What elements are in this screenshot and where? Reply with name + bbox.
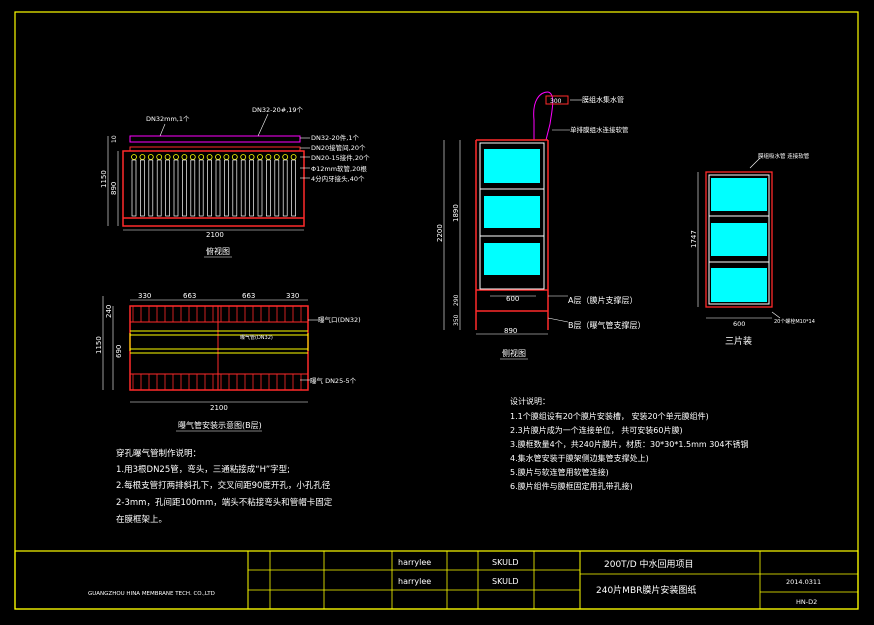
pv-dim-top-1: 663: [183, 292, 196, 300]
aeration-notes: 穿孔曝气管制作说明： 1.用3根DN25管，弯头，三通粘接成“H”字型; 2.每…: [116, 448, 333, 525]
design-notes: 设计说明： 1.1个膜组设有20个膜片安装槽， 安装20个单元膜组件) 2.3片…: [510, 396, 748, 491]
design-notes-title: 设计说明：: [510, 396, 550, 406]
pv-label-bottom: 曝气 DN25-5个: [310, 376, 357, 385]
sv-label-layer-a: A层（膜片支撑层）: [568, 295, 637, 305]
tb-project: 200T/D 中水回用项目: [604, 558, 694, 570]
membrane-element: [248, 154, 255, 217]
design-note-4: 5.膜片与软连管用软管连接): [510, 467, 609, 477]
tb-skuld-2: SKULD: [492, 577, 519, 586]
membrane-element: [215, 154, 221, 217]
tb-company: GUANGZHOU HINA MEMBRANE TECH. CO.,LTD: [88, 591, 215, 597]
tb-drafter: harrylee: [398, 558, 431, 567]
pv-label-inlet: 曝气口(DN32): [318, 315, 361, 324]
pv-caption: 曝气管安装示意图(B层): [178, 420, 262, 430]
aeration-notes-title: 穿孔曝气管制作说明：: [116, 448, 201, 459]
sv-label-layer-b: B层（曝气管支撑层）: [568, 320, 646, 330]
tb-date: 2014.0311: [786, 578, 821, 586]
front-view: 2100 1150 890 10 DN32mm,1个 DN32-20#,19个 …: [100, 106, 370, 258]
fv-callout-1: DN32-20#,19个: [252, 106, 304, 114]
membrane-element: [290, 154, 297, 217]
design-note-3: 4.集水管安装于膜架侧边集管支撑处上): [510, 453, 649, 463]
membrane-element: [189, 154, 196, 217]
pv-dim-top-0: 330: [138, 292, 151, 300]
tb-number: HN-D2: [796, 598, 817, 606]
aeration-note-1: 2.每根支管打两排斜孔下，交叉间距90度开孔，小孔孔径: [116, 480, 331, 491]
sv-dim-top: 300: [550, 98, 562, 105]
tp-dim-height: 1747: [690, 230, 698, 248]
fv-dim-height-inner: 890: [110, 182, 118, 195]
fv-callout-4: DN20-15接件,20个: [311, 153, 370, 162]
tb-checker: harrylee: [398, 577, 431, 586]
tp-callout-bottom: 20个螺栓M10*14: [774, 318, 815, 325]
aeration-note-0: 1.用3根DN25管，弯头，三通粘接成“H”字型;: [116, 464, 290, 475]
sv-caption: 侧视图: [502, 348, 526, 358]
pv-label-inner: 曝气管(DN32): [240, 334, 273, 341]
membrane-element: [231, 154, 238, 217]
title-block: GUANGZHOU HINA MEMBRANE TECH. CO.,LTD ha…: [14, 550, 859, 610]
tp-caption: 三片装: [725, 335, 752, 347]
membrane-element: [173, 154, 179, 217]
membrane-element: [257, 154, 263, 217]
sv-dim-width-inner: 600: [506, 295, 519, 303]
tb-drawing: 240片MBR膜片安装图纸: [596, 584, 696, 596]
sv-dim-width-outer: 890: [504, 327, 517, 335]
design-note-1: 2.3片膜片成为一个连接单位， 共可安装60片膜): [510, 425, 683, 435]
aeration-note-2: 2-3mm，孔间距100mm，端头不粘接弯头和管帽卡固定: [116, 497, 333, 508]
plan-view: 330 663 663 330 2100 240 1150 690 曝气口(DN…: [95, 292, 361, 432]
fv-callout-2: DN32-20件,1个: [311, 133, 359, 142]
cad-drawing: 2100 1150 890 10 DN32mm,1个 DN32-20#,19个 …: [14, 11, 859, 610]
membrane-element: [282, 154, 289, 217]
sv-dim-lower-small: 350: [453, 314, 460, 326]
fv-callout-5: Φ12mm软管,20根: [311, 164, 367, 173]
sv-label-connector: 单排膜组水连接软管: [570, 125, 629, 134]
sv-dim-upper: 1890: [452, 204, 460, 222]
membrane-element: [181, 154, 188, 217]
fv-dim-small: 10: [111, 135, 118, 143]
design-note-0: 1.1个膜组设有20个膜片安装槽， 安装20个单元膜组件): [510, 411, 709, 421]
pv-dim-left-1: 1150: [95, 336, 103, 354]
membrane-element: [131, 154, 137, 217]
membrane-element: [265, 154, 272, 217]
sv-dim-total: 2200: [436, 224, 444, 242]
membrane-element: [198, 154, 205, 217]
aeration-note-3: 在膜框架上。: [116, 514, 167, 525]
membrane-element: [240, 154, 247, 217]
fv-dim-width: 2100: [206, 231, 224, 239]
tp-callout-top: 膜组吸水管 连接软管: [758, 152, 810, 160]
fv-callout-0: DN32mm,1个: [146, 115, 190, 123]
fv-callout-6: 4分内牙接头,40个: [311, 174, 365, 183]
fv-dim-height-outer: 1150: [100, 170, 108, 188]
fv-caption: 俯视图: [206, 246, 230, 256]
sv-label-pipe: 膜组水集水管: [582, 95, 624, 104]
pv-dim-left-0: 240: [105, 305, 113, 318]
fv-callout-3: DN20接管间,20个: [311, 143, 366, 152]
design-note-2: 3.膜框数量4个，共240片膜片，材质：30*30*1.5mm 304不锈钢: [510, 439, 748, 449]
side-view: 300 膜组水集水管 单排膜组水连接软管 2200 1890 290 350 6…: [436, 91, 646, 360]
sv-dim-lower: 290: [453, 294, 460, 306]
tp-dim-width: 600: [733, 320, 745, 328]
membrane-element: [156, 154, 163, 217]
three-panel-view: 膜组吸水管 连接软管 1747 600 20个螺栓M10*14 三片装: [690, 152, 815, 347]
tb-skuld-1: SKULD: [492, 558, 519, 567]
membrane-element: [139, 154, 146, 217]
membrane-element: [164, 154, 171, 217]
pv-dim-top-3: 330: [286, 292, 299, 300]
design-note-5: 6.膜片组件与膜框固定用孔带孔接): [510, 481, 633, 491]
membrane-element: [206, 154, 213, 217]
pv-dim-left-2: 690: [115, 345, 123, 358]
pv-dim-width: 2100: [210, 404, 228, 412]
membrane-element: [223, 154, 230, 217]
membrane-element: [273, 154, 280, 217]
membrane-element: [147, 154, 154, 217]
pv-dim-top-2: 663: [242, 292, 255, 300]
